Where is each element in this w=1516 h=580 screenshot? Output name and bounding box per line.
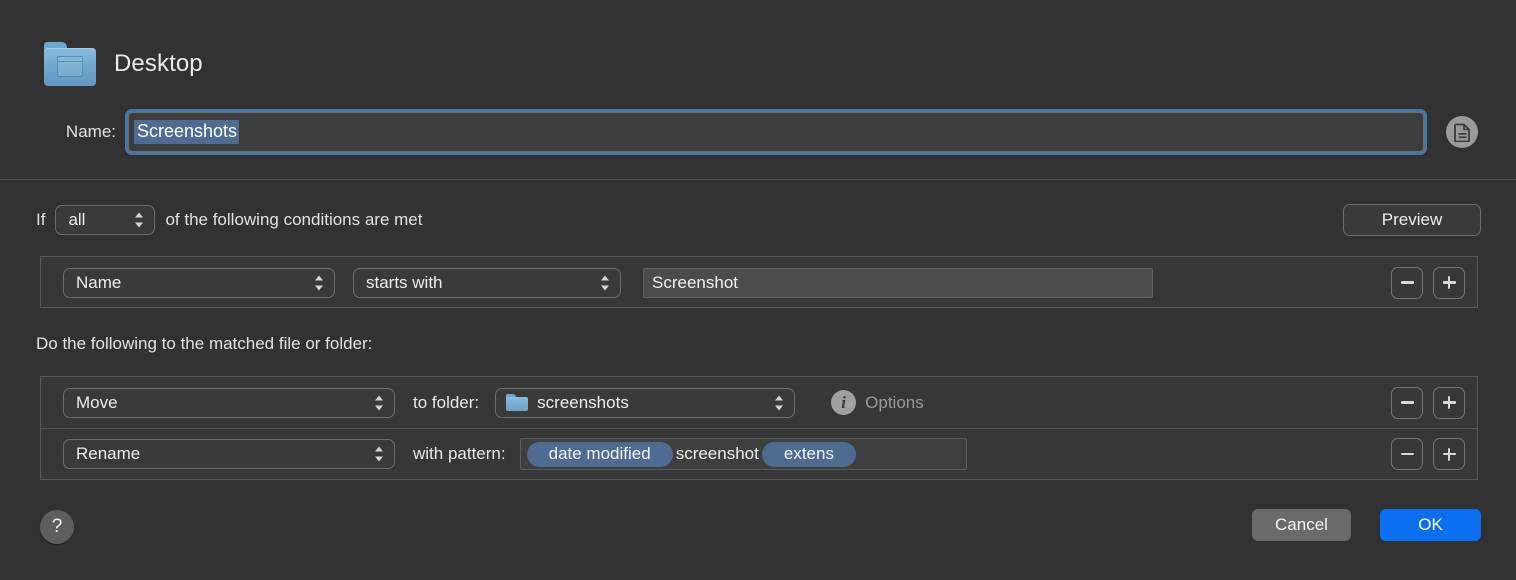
name-input-value: Screenshots	[134, 120, 240, 144]
cancel-button[interactable]: Cancel	[1252, 509, 1351, 541]
if-label: If	[36, 210, 46, 229]
plus-icon-vertical	[1447, 447, 1451, 461]
action-row-rename: Rename with pattern: date modified scree…	[41, 428, 1477, 479]
folder-icon	[506, 394, 529, 411]
conditions-header: If all of the following conditions are m…	[36, 205, 423, 235]
minus-icon	[1400, 452, 1414, 456]
pattern-literal-text: screenshot	[675, 444, 759, 463]
document-icon	[1453, 123, 1470, 142]
actions-heading: Do the following to the matched file or …	[36, 334, 373, 353]
match-mode-value: all	[68, 210, 86, 229]
action-row-buttons-move	[1391, 386, 1465, 419]
ok-button[interactable]: OK	[1380, 509, 1481, 541]
action-row-move: Move to folder: screenshots i Options	[41, 377, 1477, 428]
condition-row-buttons	[1391, 266, 1465, 299]
remove-action-button-move[interactable]	[1391, 386, 1423, 419]
document-icon-button[interactable]	[1446, 116, 1478, 148]
condition-attribute-select[interactable]: Name	[63, 267, 335, 298]
pattern-token-date-modified[interactable]: date modified	[526, 441, 673, 467]
page-title: Desktop	[114, 50, 203, 77]
actions-group: Move to folder: screenshots i Options Re…	[40, 376, 1478, 480]
dialog-header: Desktop Name: Screenshots	[0, 0, 1516, 180]
options-label: Options	[865, 392, 924, 412]
plus-icon-vertical	[1447, 276, 1451, 289]
destination-folder-select[interactable]: screenshots	[495, 387, 796, 418]
action-type-value-move: Move	[76, 392, 118, 412]
remove-condition-button[interactable]	[1391, 266, 1423, 299]
minus-icon	[1400, 281, 1414, 284]
minus-icon	[1400, 401, 1414, 404]
plus-icon-vertical	[1447, 396, 1451, 409]
help-button[interactable]: ?	[40, 510, 74, 544]
title-row: Desktop	[44, 42, 203, 86]
condition-value-input[interactable]: Screenshot	[643, 267, 1153, 298]
chevron-up-down-icon	[375, 395, 383, 410]
add-action-button-move[interactable]	[1433, 386, 1465, 419]
destination-folder-value: screenshots	[537, 392, 629, 412]
chevron-up-down-icon	[375, 446, 383, 462]
chevron-up-down-icon	[135, 212, 144, 228]
rule-editor-dialog: Desktop Name: Screenshots If all of the …	[0, 0, 1516, 580]
preview-button[interactable]: Preview	[1343, 204, 1481, 236]
chevron-up-down-icon	[315, 275, 323, 290]
rename-pattern-input[interactable]: date modified screenshot extens	[519, 438, 967, 470]
condition-value-text: Screenshot	[652, 272, 738, 292]
condition-row: Name starts with Screenshot	[41, 257, 1477, 308]
action-type-select-move[interactable]: Move	[63, 387, 395, 418]
pattern-token-extension[interactable]: extens	[761, 441, 856, 467]
conditions-group: Name starts with Screenshot	[40, 256, 1478, 308]
condition-operator-select[interactable]: starts with	[353, 267, 621, 298]
name-row: Name: Screenshots	[38, 112, 1478, 152]
conditions-tail-label: of the following conditions are met	[165, 210, 423, 229]
folder-desktop-icon	[44, 42, 96, 86]
chevron-up-down-icon	[775, 395, 784, 410]
name-label: Name:	[65, 122, 116, 141]
name-input[interactable]: Screenshots	[128, 112, 1424, 152]
action-row-buttons-rename	[1391, 438, 1465, 470]
add-action-button-rename[interactable]	[1433, 438, 1465, 470]
match-mode-select[interactable]: all	[55, 205, 156, 235]
action-type-value-rename: Rename	[76, 444, 141, 463]
with-pattern-label: with pattern:	[413, 444, 506, 463]
condition-operator-value: starts with	[366, 272, 443, 292]
to-folder-label: to folder:	[413, 392, 480, 412]
condition-attribute-value: Name	[76, 272, 122, 292]
add-condition-button[interactable]	[1433, 266, 1465, 299]
action-type-select-rename[interactable]: Rename	[63, 439, 395, 469]
options-group[interactable]: i Options	[831, 390, 924, 415]
chevron-up-down-icon	[601, 275, 609, 290]
info-icon: i	[831, 390, 857, 415]
remove-action-button-rename[interactable]	[1391, 438, 1423, 470]
